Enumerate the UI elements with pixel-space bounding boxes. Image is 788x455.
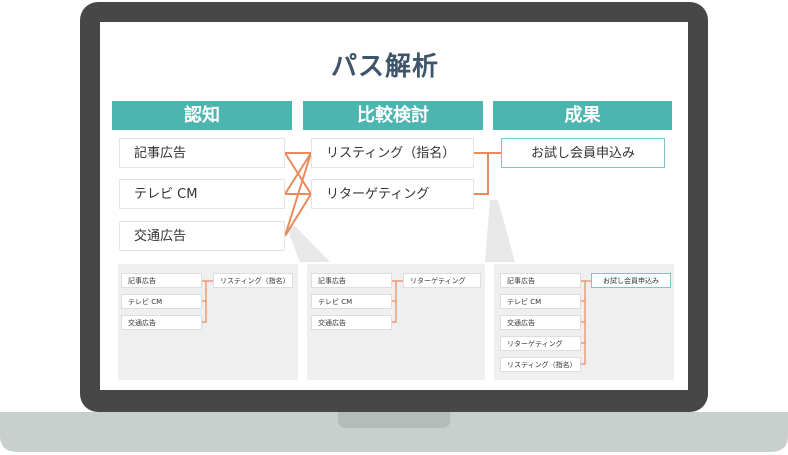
panel2-target: リターゲティング [403, 273, 481, 288]
column-header-consideration: 比較検討 [303, 101, 483, 130]
panel2-source-tv: テレビ CM [311, 294, 392, 309]
panel3-source-article: 記事広告 [500, 273, 581, 288]
column-header-awareness: 認知 [112, 101, 292, 130]
node-transit-ad: 交通広告 [119, 221, 285, 251]
panel3-source-retargeting: リターゲティング [500, 336, 581, 351]
panel3-target: お試し会員申込み [591, 273, 671, 288]
column-header-result: 成果 [493, 101, 672, 130]
node-trial-signup: お試し会員申込み [501, 138, 665, 168]
panel3-source-listing: リスティング（指名） [500, 357, 581, 372]
node-retargeting: リターゲティング [311, 179, 474, 209]
node-tv-cm: テレビ CM [119, 179, 285, 209]
panel1-target: リスティング（指名） [213, 273, 293, 288]
node-listing-brand: リスティング（指名） [311, 138, 474, 168]
node-article-ad: 記事広告 [119, 138, 285, 168]
panel1-source-transit: 交通広告 [121, 315, 202, 330]
panel1-source-tv: テレビ CM [121, 294, 202, 309]
panel2-source-article: 記事広告 [311, 273, 392, 288]
panel2-source-transit: 交通広告 [311, 315, 392, 330]
panel1-source-article: 記事広告 [121, 273, 202, 288]
page-title: パス解析 [330, 52, 439, 82]
panel3-source-tv: テレビ CM [500, 294, 581, 309]
diagram-content: パス解析 認知 比較検討 成果 記事広告 テレビ CM 交通広告 リスティング（… [0, 0, 788, 455]
panel3-source-transit: 交通広告 [500, 315, 581, 330]
